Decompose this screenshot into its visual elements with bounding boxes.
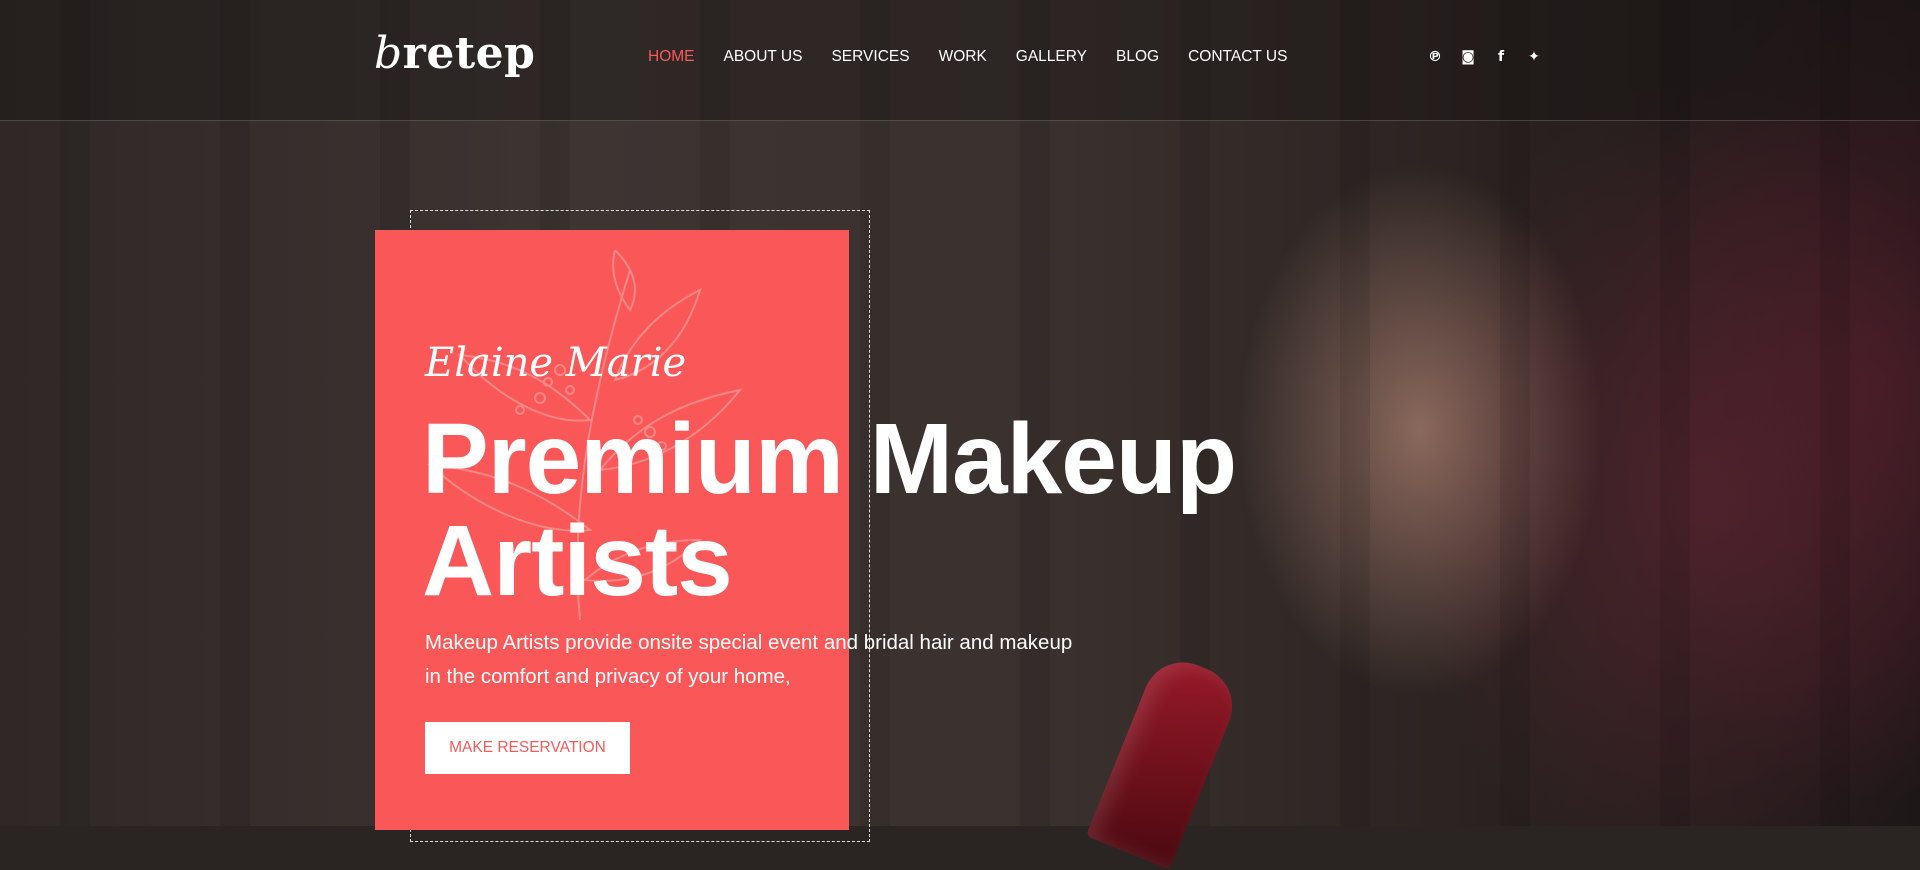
logo-initial: b [374,28,403,79]
hero-headline: Premium Makeup Artists [422,408,1322,612]
pinterest-icon[interactable]: ℗ [1428,49,1442,65]
nav-item-home[interactable]: HOME [648,48,695,66]
facebook-icon[interactable]: f [1494,49,1508,65]
hero-headline-line1: Premium Makeup [422,403,1237,515]
hero-description-line2: in the comfort and privacy of your home, [425,665,791,688]
nav-item-services[interactable]: SERVICES [831,48,909,66]
twitter-icon[interactable]: ✦ [1527,49,1541,65]
artist-name: Elaine Marie [425,340,687,386]
logo-text: retep [402,28,536,79]
site-header: bretep HOME ABOUT US SERVICES WORK GALLE… [0,0,1920,121]
hero-description-line1: Makeup Artists provide onsite special ev… [425,631,1073,654]
hero-description: Makeup Artists provide onsite special ev… [425,626,1185,694]
nav-item-contact-us[interactable]: CONTACT US [1188,48,1287,66]
nav-item-blog[interactable]: BLOG [1116,48,1159,66]
site-logo[interactable]: bretep [374,28,535,79]
nav-item-gallery[interactable]: GALLERY [1016,48,1087,66]
instagram-icon[interactable]: ◙ [1461,49,1475,65]
nav-item-about-us[interactable]: ABOUT US [724,48,803,66]
make-reservation-button[interactable]: MAKE RESERVATION [425,722,630,774]
social-links: ℗ ◙ f ✦ [1428,49,1541,65]
nav-item-work[interactable]: WORK [939,48,987,66]
main-nav: HOME ABOUT US SERVICES WORK GALLERY BLOG… [648,48,1287,66]
hero-headline-line2: Artists [422,505,733,617]
